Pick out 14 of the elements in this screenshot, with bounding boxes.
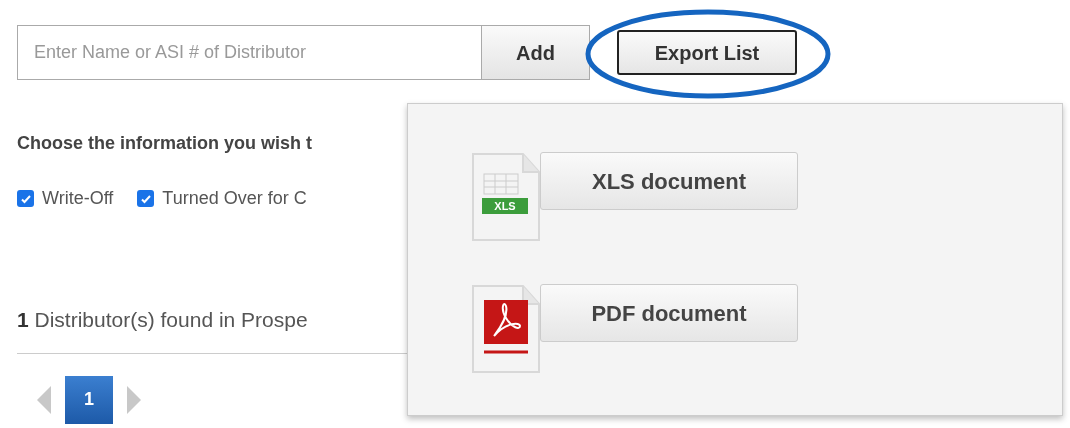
search-field[interactable]: Enter Name or ASI # of Distributor [17, 25, 482, 80]
section-heading: Choose the information you wish t [17, 132, 313, 155]
page-button[interactable]: 1 [65, 375, 113, 424]
add-button[interactable]: Add [482, 25, 590, 80]
option-label: Write-Off [42, 187, 114, 210]
checkbox[interactable] [137, 190, 155, 207]
export-option-button[interactable]: XLS document [540, 152, 798, 210]
result-count-text: 1 Distributor(s) found in Prospe [17, 307, 308, 333]
export-list-button[interactable]: Export List [617, 30, 797, 75]
option-label: Turned Over for C [162, 187, 307, 210]
checkbox[interactable] [17, 190, 34, 207]
spreadsheet-file-icon: XLS [470, 152, 542, 244]
export-option-button[interactable]: PDF document [540, 284, 798, 342]
pdf-file-icon [470, 284, 542, 376]
